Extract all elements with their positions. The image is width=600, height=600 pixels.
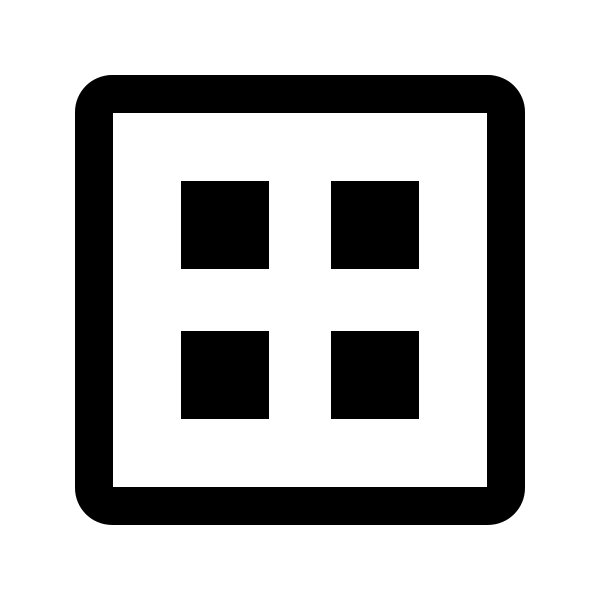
grid-cell-bottom-right (331, 331, 419, 419)
icon-canvas (0, 0, 600, 600)
grid-view-icon (0, 0, 600, 600)
grid-view-icon-svg (75, 75, 525, 525)
grid-cell-top-right (331, 181, 419, 269)
frame-shape (75, 75, 525, 525)
grid-cell-top-left (181, 181, 269, 269)
grid-cell-bottom-left (181, 331, 269, 419)
